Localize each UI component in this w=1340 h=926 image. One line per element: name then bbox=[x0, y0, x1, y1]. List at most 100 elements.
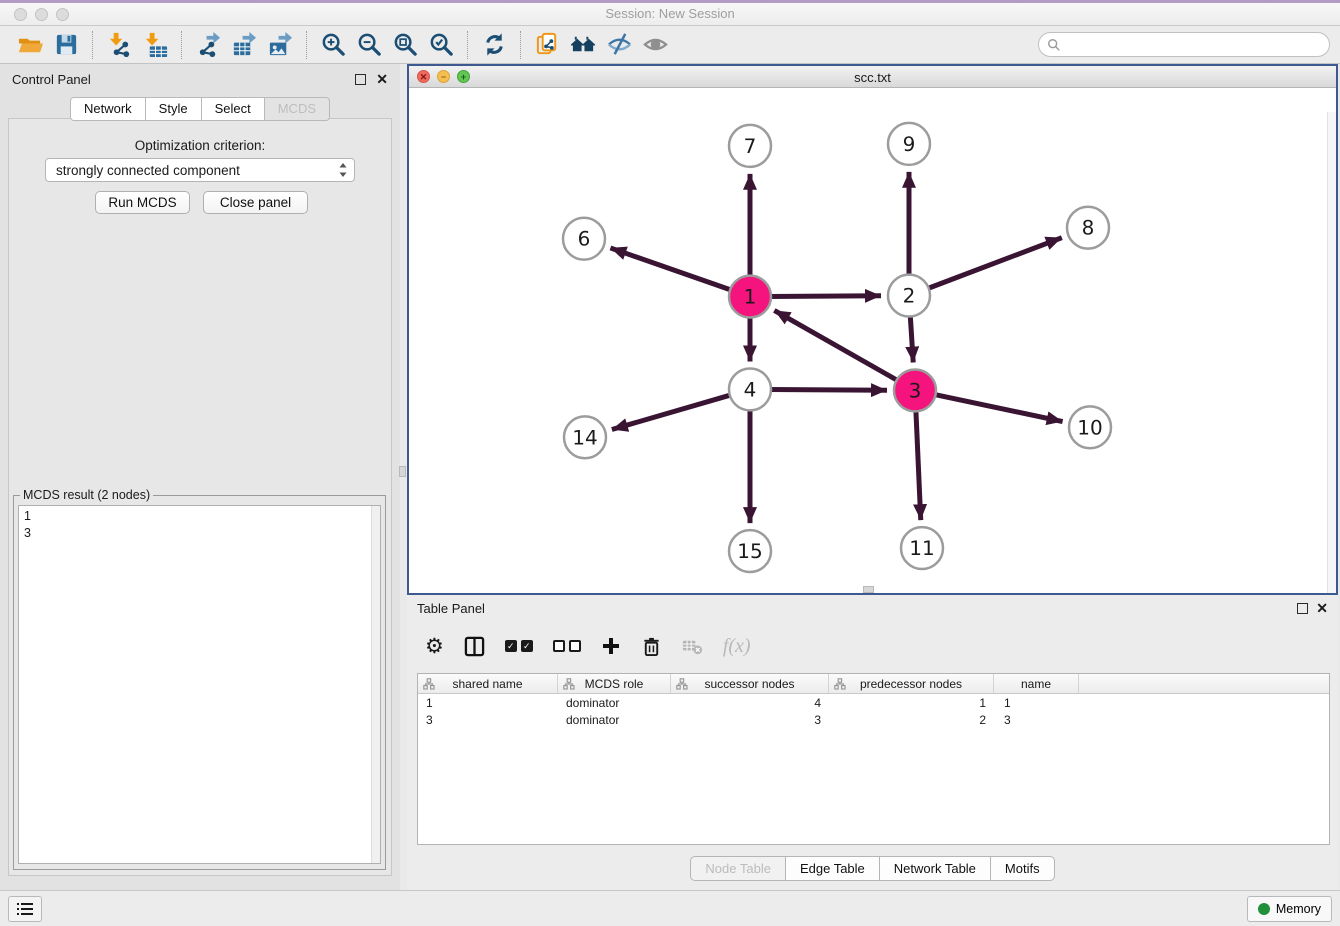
select-all-button[interactable]: ✓✓ bbox=[505, 631, 533, 661]
save-session-button[interactable] bbox=[48, 29, 84, 61]
control-panel-header: Control Panel ✕ bbox=[0, 64, 400, 94]
cell-mcds-role[interactable]: dominator bbox=[558, 711, 671, 728]
cell-successor-nodes[interactable]: 3 bbox=[671, 711, 829, 728]
zoom-out-button[interactable] bbox=[351, 29, 387, 61]
tab-motifs[interactable]: Motifs bbox=[990, 856, 1055, 881]
cell-successor-nodes[interactable]: 4 bbox=[671, 694, 829, 711]
graph-node-14[interactable]: 14 bbox=[564, 416, 606, 458]
tab-network-table[interactable]: Network Table bbox=[879, 856, 991, 881]
zoom-out-icon bbox=[356, 31, 383, 58]
node-table: shared name MCDS role successor nodes pr… bbox=[417, 673, 1330, 845]
graph-node-6[interactable]: 6 bbox=[563, 218, 605, 260]
column-view-button[interactable] bbox=[464, 631, 485, 661]
graph-node-8[interactable]: 8 bbox=[1067, 207, 1109, 249]
column-header-predecessor-nodes[interactable]: predecessor nodes bbox=[829, 674, 994, 693]
mcds-result-list[interactable]: 1 3 bbox=[18, 505, 381, 864]
table-panel-close-button[interactable]: ✕ bbox=[1316, 601, 1328, 616]
delete-table-button[interactable] bbox=[682, 631, 703, 661]
share-document-button[interactable] bbox=[529, 29, 565, 61]
import-network-button[interactable] bbox=[101, 29, 137, 61]
close-icon: ✕ bbox=[376, 71, 388, 87]
graph-node-9[interactable]: 9 bbox=[888, 123, 930, 165]
edge-1-6[interactable] bbox=[610, 248, 732, 290]
node-label: 15 bbox=[737, 539, 762, 563]
add-column-button[interactable] bbox=[601, 631, 621, 661]
control-panel: Control Panel ✕ Network Style Select MCD… bbox=[0, 64, 400, 890]
task-history-button[interactable] bbox=[8, 896, 42, 922]
edge-3-11[interactable] bbox=[916, 409, 921, 520]
show-graphics-details-button[interactable] bbox=[637, 29, 673, 61]
deselect-all-button[interactable] bbox=[553, 631, 581, 661]
search-box[interactable] bbox=[1038, 32, 1330, 57]
column-header-shared-name[interactable]: shared name bbox=[418, 674, 558, 693]
graph-node-10[interactable]: 10 bbox=[1069, 406, 1111, 448]
tab-style[interactable]: Style bbox=[145, 97, 202, 121]
edge-4-14[interactable] bbox=[612, 395, 732, 430]
column-header-successor-nodes[interactable]: successor nodes bbox=[671, 674, 829, 693]
cell-shared-name[interactable]: 1 bbox=[418, 694, 558, 711]
hierarchy-icon bbox=[676, 678, 688, 690]
memory-button[interactable]: Memory bbox=[1247, 896, 1332, 922]
graph-node-11[interactable]: 11 bbox=[901, 527, 943, 569]
table-row[interactable]: 1 dominator 4 1 1 bbox=[418, 694, 1329, 711]
graph-node-7[interactable]: 7 bbox=[729, 125, 771, 167]
mcds-result-group: MCDS result (2 nodes) 1 3 bbox=[13, 495, 386, 870]
cell-name[interactable]: 1 bbox=[994, 694, 1079, 711]
export-image-icon bbox=[267, 31, 294, 58]
open-session-button[interactable] bbox=[12, 29, 48, 61]
table-row[interactable]: 3 dominator 3 2 3 bbox=[418, 711, 1329, 728]
export-table-button[interactable] bbox=[226, 29, 262, 61]
panel-splitter-handle[interactable] bbox=[863, 586, 874, 593]
edge-2-8[interactable] bbox=[927, 238, 1062, 289]
control-panel-close-button[interactable]: ✕ bbox=[376, 72, 388, 87]
zoom-in-button[interactable] bbox=[315, 29, 351, 61]
cell-mcds-role[interactable]: dominator bbox=[558, 694, 671, 711]
zoom-fit-button[interactable] bbox=[387, 29, 423, 61]
cell-predecessor-nodes[interactable]: 1 bbox=[829, 694, 994, 711]
function-builder-button[interactable]: f(x) bbox=[723, 631, 751, 661]
save-disk-icon bbox=[53, 31, 80, 58]
tab-select[interactable]: Select bbox=[201, 97, 265, 121]
column-header-name[interactable]: name bbox=[994, 674, 1079, 693]
hide-graphics-details-button[interactable] bbox=[601, 29, 637, 61]
tab-edge-table[interactable]: Edge Table bbox=[785, 856, 880, 881]
edge-3-10[interactable] bbox=[934, 394, 1063, 421]
cell-predecessor-nodes[interactable]: 2 bbox=[829, 711, 994, 728]
tab-mcds[interactable]: MCDS bbox=[264, 97, 330, 121]
edge-1-2[interactable] bbox=[769, 296, 881, 297]
criterion-select[interactable]: strongly connected component bbox=[45, 158, 355, 182]
network-graph[interactable]: 7 9 6 8 1 2 4 3 14 10 15 11 bbox=[409, 89, 1336, 593]
import-table-button[interactable] bbox=[137, 29, 173, 61]
edge-4-3[interactable] bbox=[769, 390, 887, 391]
table-panel: Table Panel ✕ ⚙ ✓✓ f(x) shared name bbox=[407, 595, 1338, 890]
edge-3-1[interactable] bbox=[774, 310, 898, 381]
cell-shared-name[interactable]: 3 bbox=[418, 711, 558, 728]
run-mcds-button[interactable]: Run MCDS bbox=[95, 191, 190, 214]
cell-name[interactable]: 3 bbox=[994, 711, 1079, 728]
control-panel-title: Control Panel bbox=[12, 72, 91, 87]
refresh-button[interactable] bbox=[476, 29, 512, 61]
export-image-button[interactable] bbox=[262, 29, 298, 61]
graph-node-2[interactable]: 2 bbox=[888, 275, 930, 317]
export-network-button[interactable] bbox=[190, 29, 226, 61]
column-header-mcds-role[interactable]: MCDS role bbox=[558, 674, 671, 693]
tab-network[interactable]: Network bbox=[70, 97, 146, 121]
search-input[interactable] bbox=[1066, 37, 1321, 52]
graph-node-1[interactable]: 1 bbox=[729, 276, 771, 318]
close-panel-button[interactable]: Close panel bbox=[203, 191, 308, 214]
zoom-selected-button[interactable] bbox=[423, 29, 459, 61]
delete-column-button[interactable] bbox=[641, 631, 662, 661]
panel-splitter-handle[interactable] bbox=[399, 466, 406, 477]
graph-node-4[interactable]: 4 bbox=[729, 368, 771, 410]
edge-2-3[interactable] bbox=[910, 315, 913, 363]
tab-node-table[interactable]: Node Table bbox=[690, 856, 786, 881]
graph-node-3[interactable]: 3 bbox=[894, 369, 936, 411]
graph-node-15[interactable]: 15 bbox=[729, 530, 771, 572]
table-panel-float-button[interactable] bbox=[1297, 602, 1308, 617]
network-canvas[interactable]: 7 9 6 8 1 2 4 3 14 10 15 11 bbox=[409, 89, 1336, 593]
mcds-result-scrollbar[interactable] bbox=[371, 506, 380, 863]
network-vertical-scrollbar[interactable] bbox=[1327, 112, 1336, 593]
table-settings-button[interactable]: ⚙ bbox=[425, 631, 444, 661]
control-panel-float-button[interactable] bbox=[355, 73, 366, 88]
home-button[interactable] bbox=[565, 29, 601, 61]
